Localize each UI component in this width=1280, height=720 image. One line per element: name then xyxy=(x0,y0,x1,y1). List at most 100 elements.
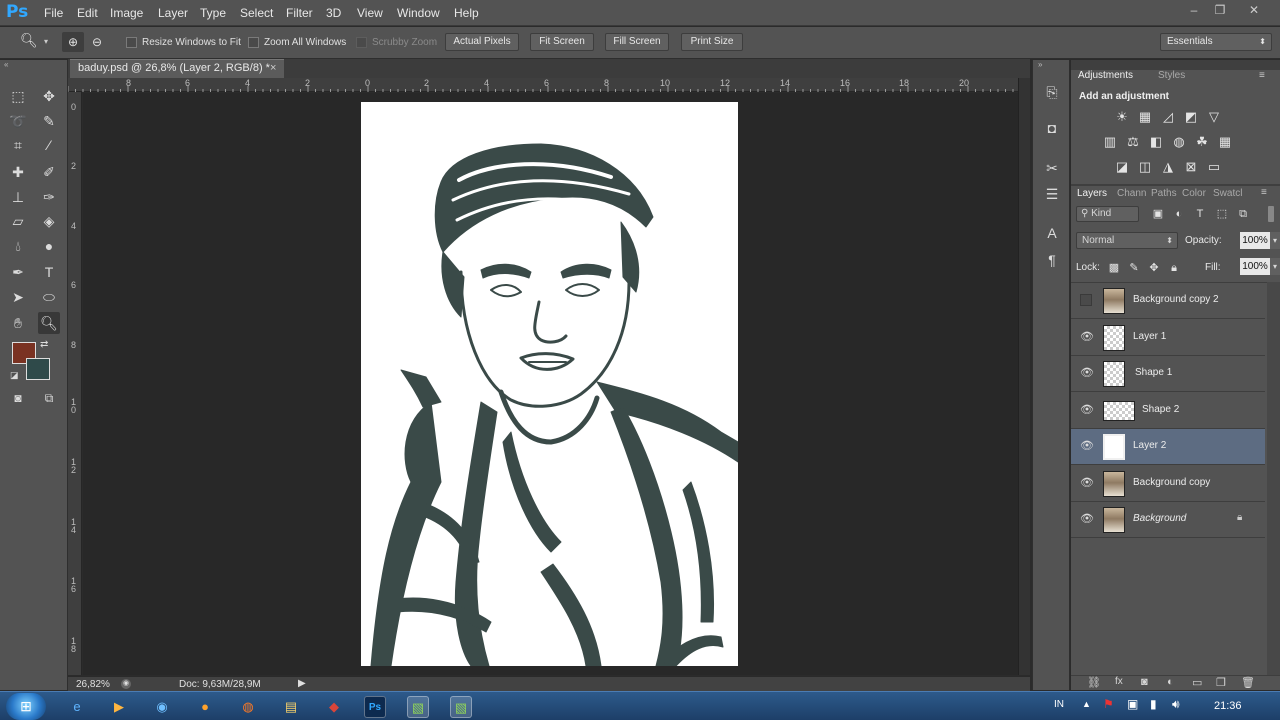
volume-icon[interactable]: 🔊︎ xyxy=(1172,697,1180,712)
clone-stamp-tool-icon[interactable]: ⊥ xyxy=(7,186,29,208)
swap-colors-icon[interactable]: ⇄ xyxy=(40,339,48,350)
menu-view[interactable]: View xyxy=(357,6,383,20)
fill-input[interactable]: 100% xyxy=(1240,258,1270,275)
layer-name[interactable]: Layer 2 xyxy=(1133,440,1166,451)
restore-button[interactable]: ❐ xyxy=(1208,3,1232,19)
filter-kind-select[interactable]: ⚲ Kind xyxy=(1076,206,1139,222)
tab-channels[interactable]: Chann xyxy=(1117,188,1146,199)
action-center-icon[interactable]: ▣ xyxy=(1127,697,1138,711)
new-group-icon[interactable]: ▭ xyxy=(1192,676,1202,689)
layer-name[interactable]: Background copy 2 xyxy=(1133,294,1219,305)
pen-tool-icon[interactable]: ✒ xyxy=(7,261,29,283)
link-layers-icon[interactable]: ⛓ xyxy=(1087,676,1101,689)
layer-name[interactable]: Layer 1 xyxy=(1133,331,1166,342)
workspace-select[interactable]: Essentials ⬍ xyxy=(1160,33,1272,51)
scrubby-zoom-checkbox[interactable] xyxy=(356,37,367,48)
selective-color-icon[interactable]: ⊠ xyxy=(1182,160,1200,174)
move-tool-icon[interactable]: ✥ xyxy=(38,85,60,107)
brightness-contrast-icon[interactable]: ☀ xyxy=(1113,110,1131,124)
eye-icon[interactable]: 👁︎ xyxy=(1080,477,1094,489)
eyedropper-tool-icon[interactable]: ⁄ xyxy=(38,134,60,156)
layer-row[interactable]: 👁︎ Background 🔒︎ xyxy=(1071,502,1265,538)
layer-row-selected[interactable]: 👁︎ Layer 2 xyxy=(1071,429,1265,465)
minimize-button[interactable]: – xyxy=(1182,3,1206,19)
lock-image-icon[interactable]: ✎ xyxy=(1125,261,1143,275)
menu-filter[interactable]: Filter xyxy=(286,6,313,20)
properties-panel-icon[interactable]: ◘ xyxy=(1042,118,1062,138)
opacity-dropdown-icon[interactable]: ▾ xyxy=(1270,232,1280,249)
filter-pixel-icon[interactable]: ▣ xyxy=(1149,207,1167,221)
lock-all-icon[interactable]: 🔒︎ xyxy=(1165,261,1183,275)
menu-type[interactable]: Type xyxy=(200,6,226,20)
layer-name[interactable]: Background xyxy=(1133,513,1186,524)
layers-panel-menu-icon[interactable]: ≡ xyxy=(1261,187,1267,198)
menu-window[interactable]: Window xyxy=(397,6,440,20)
eye-icon[interactable]: 👁︎ xyxy=(1080,367,1094,379)
collapse-arrows-icon[interactable]: » xyxy=(1038,60,1042,69)
document-canvas[interactable] xyxy=(361,102,739,667)
tab-color[interactable]: Color xyxy=(1182,188,1206,199)
zoom-all-checkbox[interactable] xyxy=(248,37,259,48)
filter-adjustment-icon[interactable]: ◐ xyxy=(1170,207,1188,221)
invert-icon[interactable]: ◪ xyxy=(1113,160,1131,174)
green-app-icon-2[interactable]: ▧ xyxy=(450,696,472,718)
close-button[interactable]: ✕ xyxy=(1242,3,1266,19)
eye-icon[interactable]: 👁︎ xyxy=(1080,440,1094,452)
close-tab-icon[interactable]: × xyxy=(270,60,276,77)
threshold-icon[interactable]: ◮ xyxy=(1159,160,1177,174)
lock-transparent-icon[interactable]: ▩ xyxy=(1105,261,1123,275)
menu-select[interactable]: Select xyxy=(240,6,273,20)
tray-app-icon[interactable]: ⚑ xyxy=(1103,697,1114,711)
default-colors-icon[interactable]: ◪ xyxy=(10,370,19,381)
browser-icon[interactable]: ◉ xyxy=(151,696,173,718)
new-layer-icon[interactable]: ❐ xyxy=(1216,676,1226,689)
menu-edit[interactable]: Edit xyxy=(77,6,98,20)
history-brush-tool-icon[interactable]: ✑ xyxy=(38,186,60,208)
filter-type-icon[interactable]: T xyxy=(1191,207,1209,221)
zoom-tool-icon[interactable]: 🔍︎ xyxy=(38,312,60,334)
quick-mask-icon[interactable]: ◙ xyxy=(7,387,29,409)
vertical-scrollbar[interactable] xyxy=(1018,78,1030,675)
show-hidden-icons-icon[interactable]: ▲ xyxy=(1082,699,1091,709)
blend-mode-select[interactable]: Normal ⬍ xyxy=(1076,232,1178,249)
menu-help[interactable]: Help xyxy=(454,6,479,20)
language-indicator[interactable]: IN xyxy=(1054,699,1064,710)
crop-tool-icon[interactable]: ⌗ xyxy=(7,134,29,156)
eye-icon[interactable]: 👁︎ xyxy=(1080,404,1094,416)
history-panel-icon[interactable]: ⎘ xyxy=(1042,82,1062,102)
chevron-down-icon[interactable]: ▾ xyxy=(44,37,48,46)
hue-saturation-icon[interactable]: ▥ xyxy=(1101,135,1119,149)
photoshop-taskbar-icon[interactable]: Ps xyxy=(364,696,386,718)
path-selection-tool-icon[interactable]: ➤ xyxy=(7,286,29,308)
zoom-out-icon[interactable]: ⊖ xyxy=(86,32,108,52)
filter-toggle[interactable] xyxy=(1268,206,1274,222)
zoom-in-icon[interactable]: ⊕ xyxy=(62,32,84,52)
paragraph-panel-icon[interactable]: ¶ xyxy=(1042,250,1062,270)
zoom-tool-preset-icon[interactable]: 🔍︎ xyxy=(20,32,42,52)
type-tool-icon[interactable]: T xyxy=(38,261,60,283)
layer-name[interactable]: Shape 2 xyxy=(1142,404,1179,415)
brush-presets-icon[interactable]: ☰ xyxy=(1042,184,1062,204)
actual-pixels-button[interactable]: Actual Pixels xyxy=(445,33,519,51)
healing-brush-tool-icon[interactable]: ✚ xyxy=(7,161,29,183)
vibrance-icon[interactable]: ▽ xyxy=(1205,110,1223,124)
layer-row[interactable]: Background copy 2 xyxy=(1071,283,1265,319)
menu-file[interactable]: File xyxy=(44,6,63,20)
file-explorer-icon[interactable]: ▤ xyxy=(280,696,302,718)
red-app-icon[interactable]: ◆ xyxy=(323,696,345,718)
firefox-icon[interactable]: ◍ xyxy=(237,696,259,718)
layer-name[interactable]: Background copy xyxy=(1133,477,1210,488)
menu-3d[interactable]: 3D xyxy=(326,6,341,20)
ellipse-tool-icon[interactable]: ⬭ xyxy=(38,286,60,308)
brush-tool-icon[interactable]: ✐ xyxy=(38,161,60,183)
orange-app-icon[interactable]: ● xyxy=(194,696,216,718)
eye-icon[interactable]: 👁︎ xyxy=(1080,331,1094,343)
clock[interactable]: 21:36 xyxy=(1214,700,1242,712)
print-size-button[interactable]: Print Size xyxy=(681,33,743,51)
marquee-tool-icon[interactable]: ⬚ xyxy=(7,85,29,107)
levels-icon[interactable]: ▦ xyxy=(1136,110,1154,124)
tab-swatches[interactable]: Swatcl xyxy=(1213,188,1242,199)
screen-mode-icon[interactable]: ⧉ xyxy=(38,387,60,409)
photo-filter-icon[interactable]: ◍ xyxy=(1170,135,1188,149)
status-menu-arrow-icon[interactable]: ▶ xyxy=(298,678,306,689)
